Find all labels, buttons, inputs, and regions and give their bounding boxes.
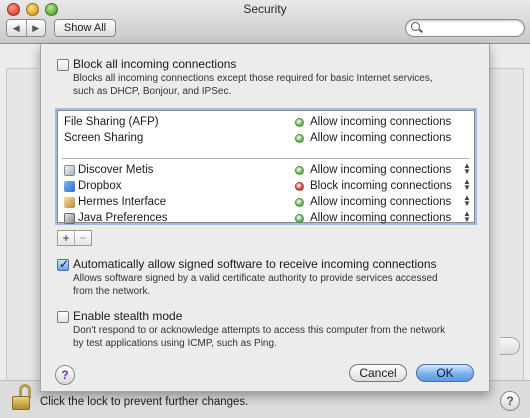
list-item[interactable]: Screen Sharing Allow incoming connection… xyxy=(58,130,474,146)
java-icon xyxy=(64,212,75,224)
status-dot-icon xyxy=(295,118,304,127)
block-all-label: Block all incoming connections xyxy=(73,57,237,71)
app-status: Allow incoming connections xyxy=(310,196,452,208)
background-advanced-button xyxy=(500,337,520,355)
status-popup-arrows-icon[interactable]: ▲ ▼ xyxy=(463,178,471,192)
stealth-mode-description: Don't respond to or acknowledge attempts… xyxy=(73,325,446,349)
list-divider xyxy=(62,158,470,159)
list-item[interactable]: Dropbox Block incoming connections ▲ ▼ xyxy=(58,178,474,194)
hermes-icon xyxy=(64,196,75,208)
title-bar: Security ◀ ▶ Show All xyxy=(0,0,530,44)
block-all-description: Blocks all incoming connections except t… xyxy=(73,73,433,97)
status-popup-arrows-icon[interactable]: ▲ ▼ xyxy=(463,162,471,176)
app-name-wrap: Java Preferences xyxy=(64,212,168,224)
status-dot-icon xyxy=(295,214,304,223)
search-field[interactable] xyxy=(405,19,525,37)
status-dot-icon xyxy=(295,166,304,175)
show-all-button[interactable]: Show All xyxy=(54,19,116,37)
stealth-mode-label: Enable stealth mode xyxy=(73,309,183,323)
service-name: Screen Sharing xyxy=(64,132,144,144)
lock-body xyxy=(12,396,30,410)
help-button[interactable]: ? xyxy=(500,391,520,411)
cancel-button[interactable]: Cancel xyxy=(349,364,407,382)
firewall-app-list[interactable]: File Sharing (AFP) Allow incoming connec… xyxy=(57,110,475,226)
list-item[interactable]: File Sharing (AFP) Allow incoming connec… xyxy=(58,114,474,130)
signed-software-description: Allows software signed by a valid certif… xyxy=(73,273,438,297)
lock-status-text: Click the lock to prevent further change… xyxy=(40,396,249,408)
stealth-mode-checkbox[interactable] xyxy=(57,311,69,323)
app-name: Hermes Interface xyxy=(78,196,167,208)
app-status: Block incoming connections xyxy=(310,180,452,192)
list-item[interactable]: Java Preferences Allow incoming connecti… xyxy=(58,210,474,226)
search-icon xyxy=(411,22,420,31)
app-name-wrap: Hermes Interface xyxy=(64,196,166,208)
sheet-help-button[interactable]: ? xyxy=(55,365,75,385)
forward-arrow-icon[interactable]: ▶ xyxy=(25,20,46,36)
add-remove-control: + − xyxy=(57,230,92,246)
list-item[interactable]: Hermes Interface Allow incoming connecti… xyxy=(58,194,474,210)
app-status: Allow incoming connections xyxy=(310,164,452,176)
app-name: Dropbox xyxy=(78,180,122,192)
add-app-button[interactable]: + xyxy=(58,231,74,245)
back-arrow-icon[interactable]: ◀ xyxy=(7,20,26,36)
status-popup-arrows-icon[interactable]: ▲ ▼ xyxy=(463,194,471,208)
ok-button[interactable]: OK xyxy=(416,364,474,382)
dropbox-icon xyxy=(64,180,75,192)
service-status: Allow incoming connections xyxy=(310,116,452,128)
status-dot-icon xyxy=(295,182,304,191)
app-name: Java Preferences xyxy=(78,212,168,224)
status-popup-arrows-icon[interactable]: ▲ ▼ xyxy=(463,210,471,224)
remove-app-button[interactable]: − xyxy=(74,231,91,245)
signed-software-checkbox[interactable] xyxy=(57,257,69,271)
app-name: Discover Metis xyxy=(78,164,154,176)
back-forward-control: ◀ ▶ xyxy=(6,19,46,37)
app-status: Allow incoming connections xyxy=(310,212,452,224)
background-pane-left xyxy=(6,68,38,388)
status-dot-icon xyxy=(295,198,304,207)
app-name-wrap: Discover Metis xyxy=(64,164,153,176)
list-item[interactable]: Discover Metis Allow incoming connection… xyxy=(58,162,474,178)
discover-metis-icon xyxy=(64,164,75,176)
signed-software-label: Automatically allow signed software to r… xyxy=(73,257,437,271)
service-name: File Sharing (AFP) xyxy=(64,116,159,128)
status-dot-icon xyxy=(295,134,304,143)
block-all-checkbox[interactable] xyxy=(57,59,69,71)
service-status: Allow incoming connections xyxy=(310,132,452,144)
window-title: Security xyxy=(243,2,287,16)
app-name-wrap: Dropbox xyxy=(64,180,121,192)
lock-icon[interactable] xyxy=(10,384,34,410)
firewall-options-sheet: Block all incoming connections Blocks al… xyxy=(40,44,490,392)
